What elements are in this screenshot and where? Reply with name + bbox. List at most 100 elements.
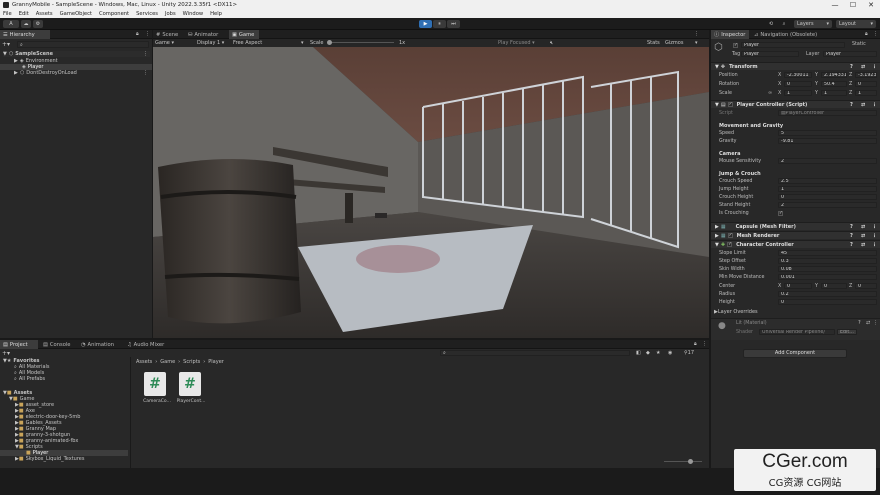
help-icon[interactable]: ? (858, 320, 861, 326)
step-button[interactable]: ⏭ (447, 20, 460, 28)
kebab-icon[interactable]: ⋮ (872, 102, 877, 108)
preset-icon[interactable]: ⇄ (861, 233, 865, 239)
slope-limit-field[interactable]: 45 (778, 250, 877, 256)
layout-dropdown[interactable]: Layout ▾ (836, 20, 876, 28)
scale-slider-handle[interactable] (327, 40, 332, 45)
skin-width-field[interactable]: 0.08 (778, 266, 877, 272)
icon-size-slider[interactable] (664, 461, 702, 462)
project-search-input[interactable]: ⌕ (440, 350, 630, 356)
breadcrumb-item[interactable]: Assets (136, 359, 152, 365)
center-z-field[interactable]: 0 (855, 283, 877, 289)
preset-icon[interactable]: ⇄ (866, 320, 870, 326)
layers-dropdown[interactable]: Layers ▾ (794, 20, 832, 28)
lock-icon[interactable]: 🔒︎ (136, 31, 139, 37)
preset-icon[interactable]: ⇄ (861, 242, 865, 248)
expand-arrow-icon[interactable]: ▶ (14, 70, 18, 76)
position-z-field[interactable]: -3.1923 (855, 72, 877, 78)
kebab-icon[interactable]: ⋮ (145, 31, 150, 37)
rotation-x-field[interactable]: 0 (784, 81, 812, 87)
mute-audio-icon[interactable]: 🔇︎ (550, 40, 553, 46)
link-scale-icon[interactable]: ∞ (768, 90, 772, 96)
display-dropdown[interactable]: Display 1 ▾ (197, 40, 224, 46)
tab-inspector[interactable]: ⓘ Inspector (711, 30, 749, 39)
breadcrumb-item[interactable]: Scripts (183, 359, 200, 365)
character-controller-header[interactable]: ▼ ✚ ✓ Character Controller ? ⇄ ⋮ (711, 240, 880, 248)
height-field[interactable]: 0 (778, 299, 877, 305)
preset-icon[interactable]: ⇄ (861, 224, 865, 230)
gizmos-chevron-icon[interactable]: ▾ (695, 40, 698, 46)
tab-console[interactable]: ▤ Console (40, 340, 76, 349)
preset-icon[interactable]: ⇄ (861, 102, 865, 108)
position-x-field[interactable]: -2.30011 (784, 72, 812, 78)
menu-gameobject[interactable]: GameObject (60, 11, 92, 17)
filter-type-icon[interactable]: ◧ (636, 350, 641, 356)
gizmos-button[interactable]: Gizmos (665, 40, 683, 46)
kebab-icon[interactable]: ⋮ (143, 51, 148, 57)
scale-slider[interactable] (329, 42, 394, 43)
help-icon[interactable]: ? (850, 64, 853, 70)
breadcrumb-item[interactable]: Player (208, 359, 224, 365)
menu-jobs[interactable]: Jobs (165, 11, 176, 17)
radius-field[interactable]: 0.2 (778, 291, 877, 297)
is-crouching-checkbox[interactable]: ✓ (778, 211, 783, 216)
component-enabled-checkbox[interactable]: ✓ (727, 242, 733, 247)
layer-overrides-foldout[interactable]: ▶ Layer Overrides (714, 309, 758, 315)
menu-edit[interactable]: Edit (19, 11, 29, 17)
game-view-dropdown[interactable]: Game ▾ (155, 40, 174, 46)
tab-hierarchy[interactable]: ☰ Hierarchy (0, 30, 50, 39)
kebab-icon[interactable]: ⋮ (872, 242, 877, 248)
tab-animation[interactable]: ◔ Animation (78, 340, 122, 349)
asset-file-camera-controller[interactable]: # CameraCo... (142, 372, 172, 406)
mesh-renderer-header[interactable]: ▶ ▦ ✓ Mesh Renderer ? ⇄ ⋮ (711, 231, 880, 239)
play-mode-dropdown[interactable]: Play Focused ▾ (498, 40, 535, 46)
help-icon[interactable]: ? (850, 233, 853, 239)
player-controller-header[interactable]: ▼ ▤ ✓ Player Controller (Script) ? ⇄ ⋮ (711, 100, 880, 108)
menu-assets[interactable]: Assets (36, 11, 53, 17)
kebab-icon[interactable]: ⋮ (873, 320, 878, 326)
shader-dropdown[interactable]: Universal Render Pipeline/ (759, 329, 835, 335)
scale-z-field[interactable]: 1 (855, 90, 877, 96)
static-toggle[interactable]: Static (852, 42, 866, 47)
play-button[interactable]: ▶ (419, 20, 432, 28)
jump-height-field[interactable]: 1 (778, 186, 877, 192)
kebab-icon[interactable]: ⋮ (872, 224, 877, 230)
help-icon[interactable]: ? (850, 224, 853, 230)
stand-height-field[interactable]: 2 (778, 202, 877, 208)
collab-button[interactable]: ⚙ (33, 20, 43, 28)
maximize-button[interactable]: ☐ (844, 0, 862, 10)
folder-item[interactable]: ▶ ■ Skybox_Liquid_Textures (15, 456, 84, 462)
aspect-dropdown[interactable]: Free Aspect (233, 40, 262, 46)
position-y-field[interactable]: 2.194331 (821, 72, 847, 78)
create-asset-button[interactable]: +▾ (2, 350, 10, 357)
component-enabled-checkbox[interactable]: ✓ (727, 233, 733, 238)
tab-navigation[interactable]: ⊿ Navigation (Obsolete) (751, 30, 823, 39)
expand-arrow-icon[interactable]: ▶ (14, 58, 18, 64)
rotation-z-field[interactable]: 0 (855, 81, 877, 87)
filter-label-icon[interactable]: ◆ (646, 350, 650, 356)
help-icon[interactable]: ? (850, 102, 853, 108)
kebab-icon[interactable]: ⋮ (702, 341, 707, 347)
scale-x-field[interactable]: 1 (784, 90, 812, 96)
mouse-sensitivity-field[interactable]: 2 (778, 158, 877, 164)
icon-size-slider-handle[interactable] (688, 459, 693, 464)
tab-audio-mixer[interactable]: ♫ Audio Mixer (124, 340, 172, 349)
transform-header[interactable]: ▼ ✥ Transform ? ⇄ ⋮ (711, 62, 880, 70)
center-x-field[interactable]: 0 (784, 283, 812, 289)
asset-file-player-controller[interactable]: # PlayerCont... (176, 372, 206, 406)
shader-edit-button[interactable]: Edit... (837, 329, 857, 335)
kebab-icon[interactable]: ⋮ (872, 233, 877, 239)
lock-icon[interactable]: 🔒︎ (694, 341, 697, 347)
mesh-filter-header[interactable]: ▶ ▦ Capsule (Mesh Filter) ? ⇄ ⋮ (711, 222, 880, 230)
stats-button[interactable]: Stats (647, 40, 660, 46)
expand-arrow-icon[interactable]: ▼ (3, 51, 7, 57)
tag-dropdown[interactable]: Player (741, 51, 799, 57)
add-object-button[interactable]: +▾ (2, 41, 14, 48)
visibility-icon[interactable]: ◉ (668, 350, 672, 356)
hierarchy-item-dontdestroyonload[interactable]: ▶ ⬡ DontDestroyOnLoad ⋮ (14, 70, 150, 76)
menu-file[interactable]: File (3, 11, 12, 17)
active-checkbox[interactable]: ✓ (733, 43, 738, 48)
tab-animator[interactable]: ⛁ Animator (185, 30, 227, 39)
kebab-icon[interactable]: ⋮ (143, 70, 148, 76)
favorite-star-icon[interactable]: ★ (656, 350, 660, 356)
gravity-field[interactable]: -9.81 (778, 138, 877, 144)
